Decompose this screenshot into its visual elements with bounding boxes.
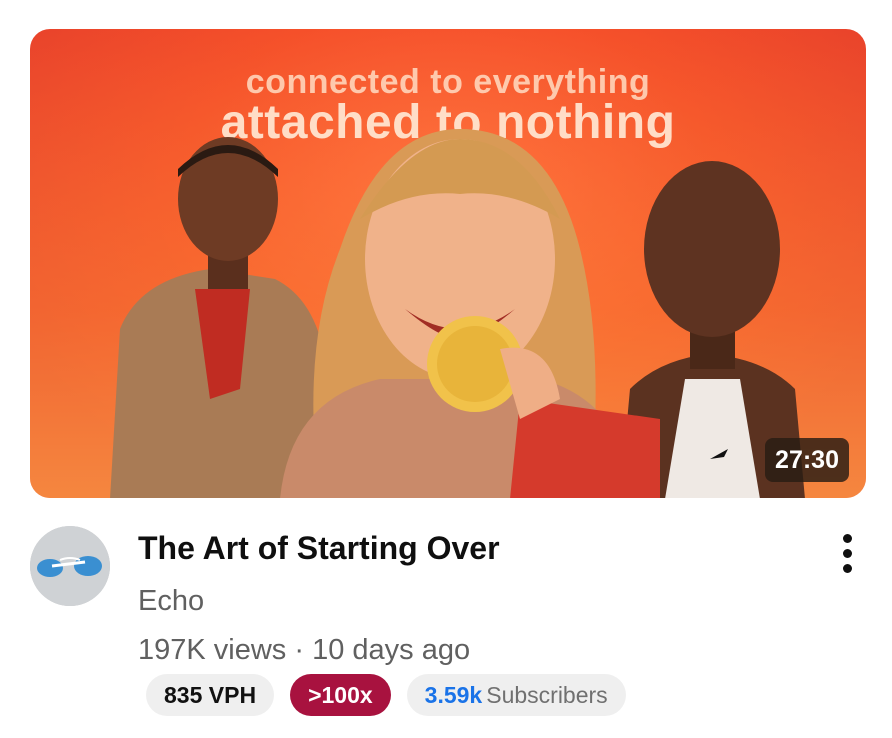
avatar-image — [30, 526, 110, 606]
subscribers-badge: 3.59k Subscribers — [406, 674, 626, 716]
channel-name[interactable]: Echo — [138, 585, 204, 618]
subscriber-count: 3.59k — [424, 681, 483, 708]
outlier-ratio-badge: >100x — [290, 674, 391, 716]
video-duration: 27:30 — [765, 438, 849, 482]
subscriber-label: Subscribers — [486, 681, 608, 708]
menu-dot — [843, 564, 852, 573]
stats-badges: 835 VPH >100x 3.59k Subscribers — [146, 674, 626, 716]
video-thumbnail[interactable]: connected to everything attached to noth… — [30, 29, 866, 498]
view-count: 197K views — [138, 634, 287, 666]
menu-dot — [843, 549, 852, 558]
upload-age: 10 days ago — [312, 634, 471, 666]
channel-avatar[interactable] — [30, 526, 110, 606]
vph-badge: 835 VPH — [146, 674, 275, 716]
thumbnail-figure-center — [280, 129, 660, 498]
video-title[interactable]: The Art of Starting Over — [138, 530, 500, 567]
video-stats: 197K views · 10 days ago — [138, 634, 470, 667]
stats-separator: · — [294, 634, 305, 666]
menu-dot — [843, 534, 852, 543]
more-vert-icon[interactable] — [832, 532, 864, 576]
video-card: connected to everything attached to noth… — [0, 0, 892, 738]
